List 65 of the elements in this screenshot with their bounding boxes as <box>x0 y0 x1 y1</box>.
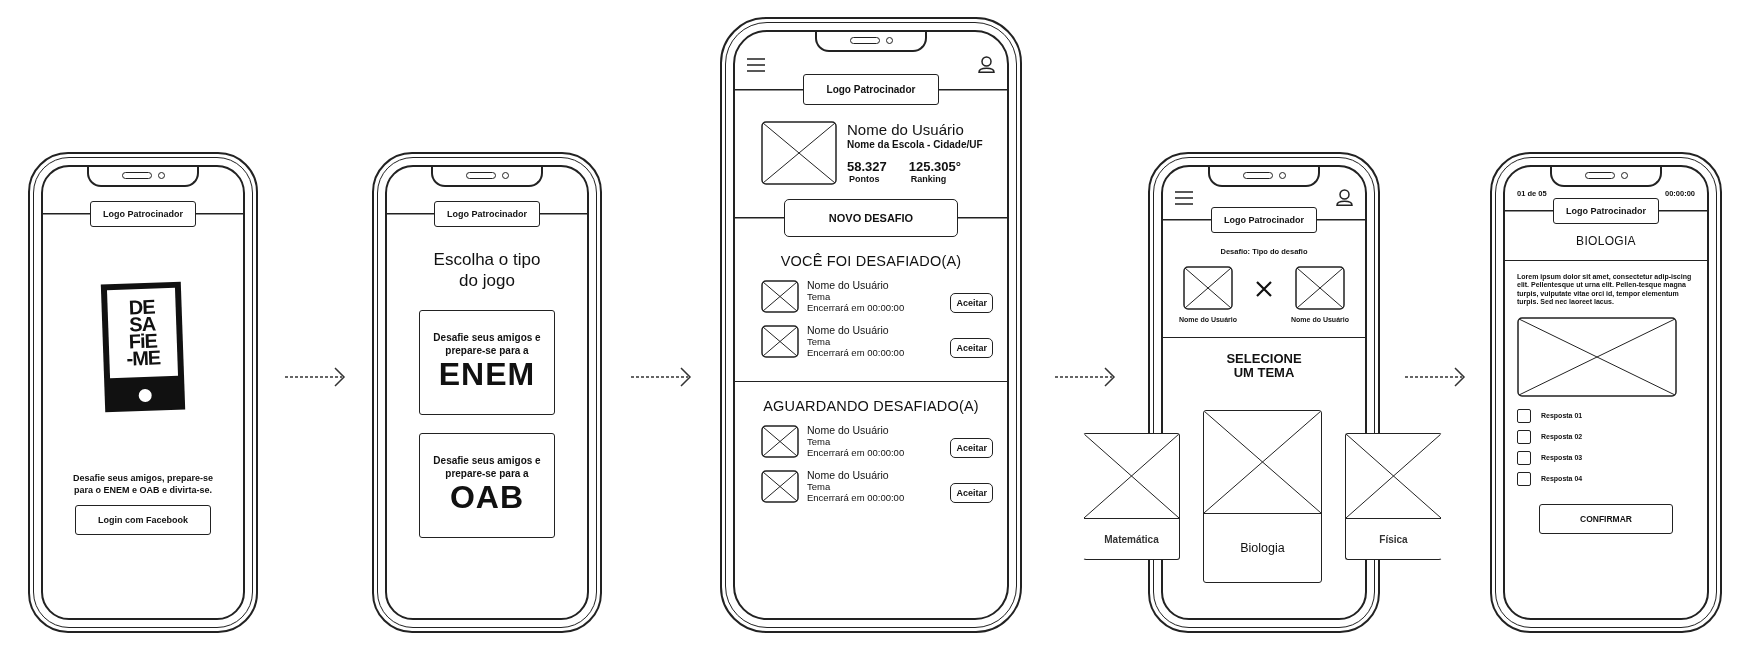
screen-title: Escolha o tipo do jogo <box>432 249 542 292</box>
sponsor-logo-box: Logo Patrocinador <box>90 201 196 227</box>
accept-button[interactable]: Aceitar <box>950 438 993 458</box>
versus-icon <box>1256 281 1272 297</box>
sponsor-logo-box: Logo Patrocinador <box>1553 198 1659 224</box>
theme-label: Tema <box>807 291 832 302</box>
accept-button[interactable]: Aceitar <box>950 293 993 313</box>
sponsor-logo-box: Logo Patrocinador <box>434 201 540 227</box>
game-option-card[interactable]: Desafie seus amigos e prepare-se para a OAB <box>419 432 555 538</box>
theme-label: Tema <box>807 436 832 447</box>
login-button[interactable]: Login com Facebook <box>75 505 211 536</box>
image-placeholder-icon <box>1204 411 1321 514</box>
deadline-text: Encerrará em 00:00:00 <box>807 447 906 458</box>
menu-icon[interactable] <box>747 57 765 72</box>
avatar-placeholder-icon <box>1295 266 1345 310</box>
logo-text: DE SA FiE -ME <box>107 287 179 379</box>
confirm-button[interactable]: CONFIRMAR <box>1539 503 1673 534</box>
accept-button[interactable]: Aceitar <box>950 338 993 358</box>
avatar-placeholder-icon <box>761 121 837 185</box>
deadline-text: Encerrará em 00:00:00 <box>807 347 906 358</box>
tagline: Desafie seus amigos, prepare-se para o ENEM e OAB e divirta-se. <box>71 473 215 497</box>
flow-arrow <box>284 366 346 388</box>
theme-card[interactable]: Biologia <box>1203 410 1322 583</box>
section-title: AGUARDANDO DESAFIADO(A) <box>763 398 979 414</box>
accept-button[interactable]: Aceitar <box>950 483 993 503</box>
user-name: Nome do Usuário <box>807 324 890 336</box>
deadline-text: Encerrará em 00:00:00 <box>807 302 906 313</box>
user-icon[interactable] <box>1336 189 1353 206</box>
flow-arrow <box>630 366 692 388</box>
theme-card[interactable]: Física <box>1345 433 1442 560</box>
school-name: Nome da Escola - Cidade/UF <box>847 139 983 150</box>
theme-card[interactable]: Matemática <box>1083 433 1180 560</box>
screen-title: SELECIONE UM TEMA <box>1225 352 1303 381</box>
sponsor-logo-box: Logo Patrocinador <box>803 74 939 105</box>
flow-arrow <box>1054 366 1116 388</box>
points-label: Pontos <box>849 174 881 184</box>
avatar-placeholder-icon <box>761 424 799 458</box>
ranking-value: 125.305° <box>908 159 961 174</box>
new-challenge-button[interactable]: NOVO DESAFIO <box>784 199 958 237</box>
user-name: Nome do Usuário <box>807 469 890 481</box>
user-name: Nome do Usuário <box>847 121 965 138</box>
flow-arrow <box>1404 366 1466 388</box>
theme-label: Tema <box>807 336 832 347</box>
avatar-placeholder-icon <box>1183 266 1233 310</box>
user-name: Nome do Usuário <box>807 424 890 436</box>
sponsor-logo-box: Logo Patrocinador <box>1211 207 1317 233</box>
theme-label: Tema <box>807 481 832 492</box>
user-icon[interactable] <box>978 56 995 73</box>
home-button-icon <box>137 388 152 403</box>
section-title: VOCÊ FOI DESAFIADO(A) <box>780 253 962 269</box>
checkbox[interactable] <box>1517 429 1531 444</box>
ranking-label: Ranking <box>910 174 948 184</box>
checkbox[interactable] <box>1517 408 1531 423</box>
menu-icon[interactable] <box>1175 190 1193 205</box>
image-placeholder-icon <box>1517 316 1677 397</box>
avatar-placeholder-icon <box>761 324 799 358</box>
avatar-placeholder-icon <box>761 469 799 503</box>
checkbox[interactable] <box>1517 450 1531 465</box>
checkbox[interactable] <box>1517 471 1531 486</box>
subject-title: BIOLOGIA <box>1505 234 1707 261</box>
avatar-placeholder-icon <box>761 279 799 313</box>
deadline-text: Encerrará em 00:00:00 <box>807 492 906 503</box>
points-value: 58.327 <box>847 159 887 174</box>
user-name: Nome do Usuário <box>807 279 890 291</box>
game-option-card[interactable]: Desafie seus amigos e prepare-se para a ENEM <box>419 309 555 415</box>
